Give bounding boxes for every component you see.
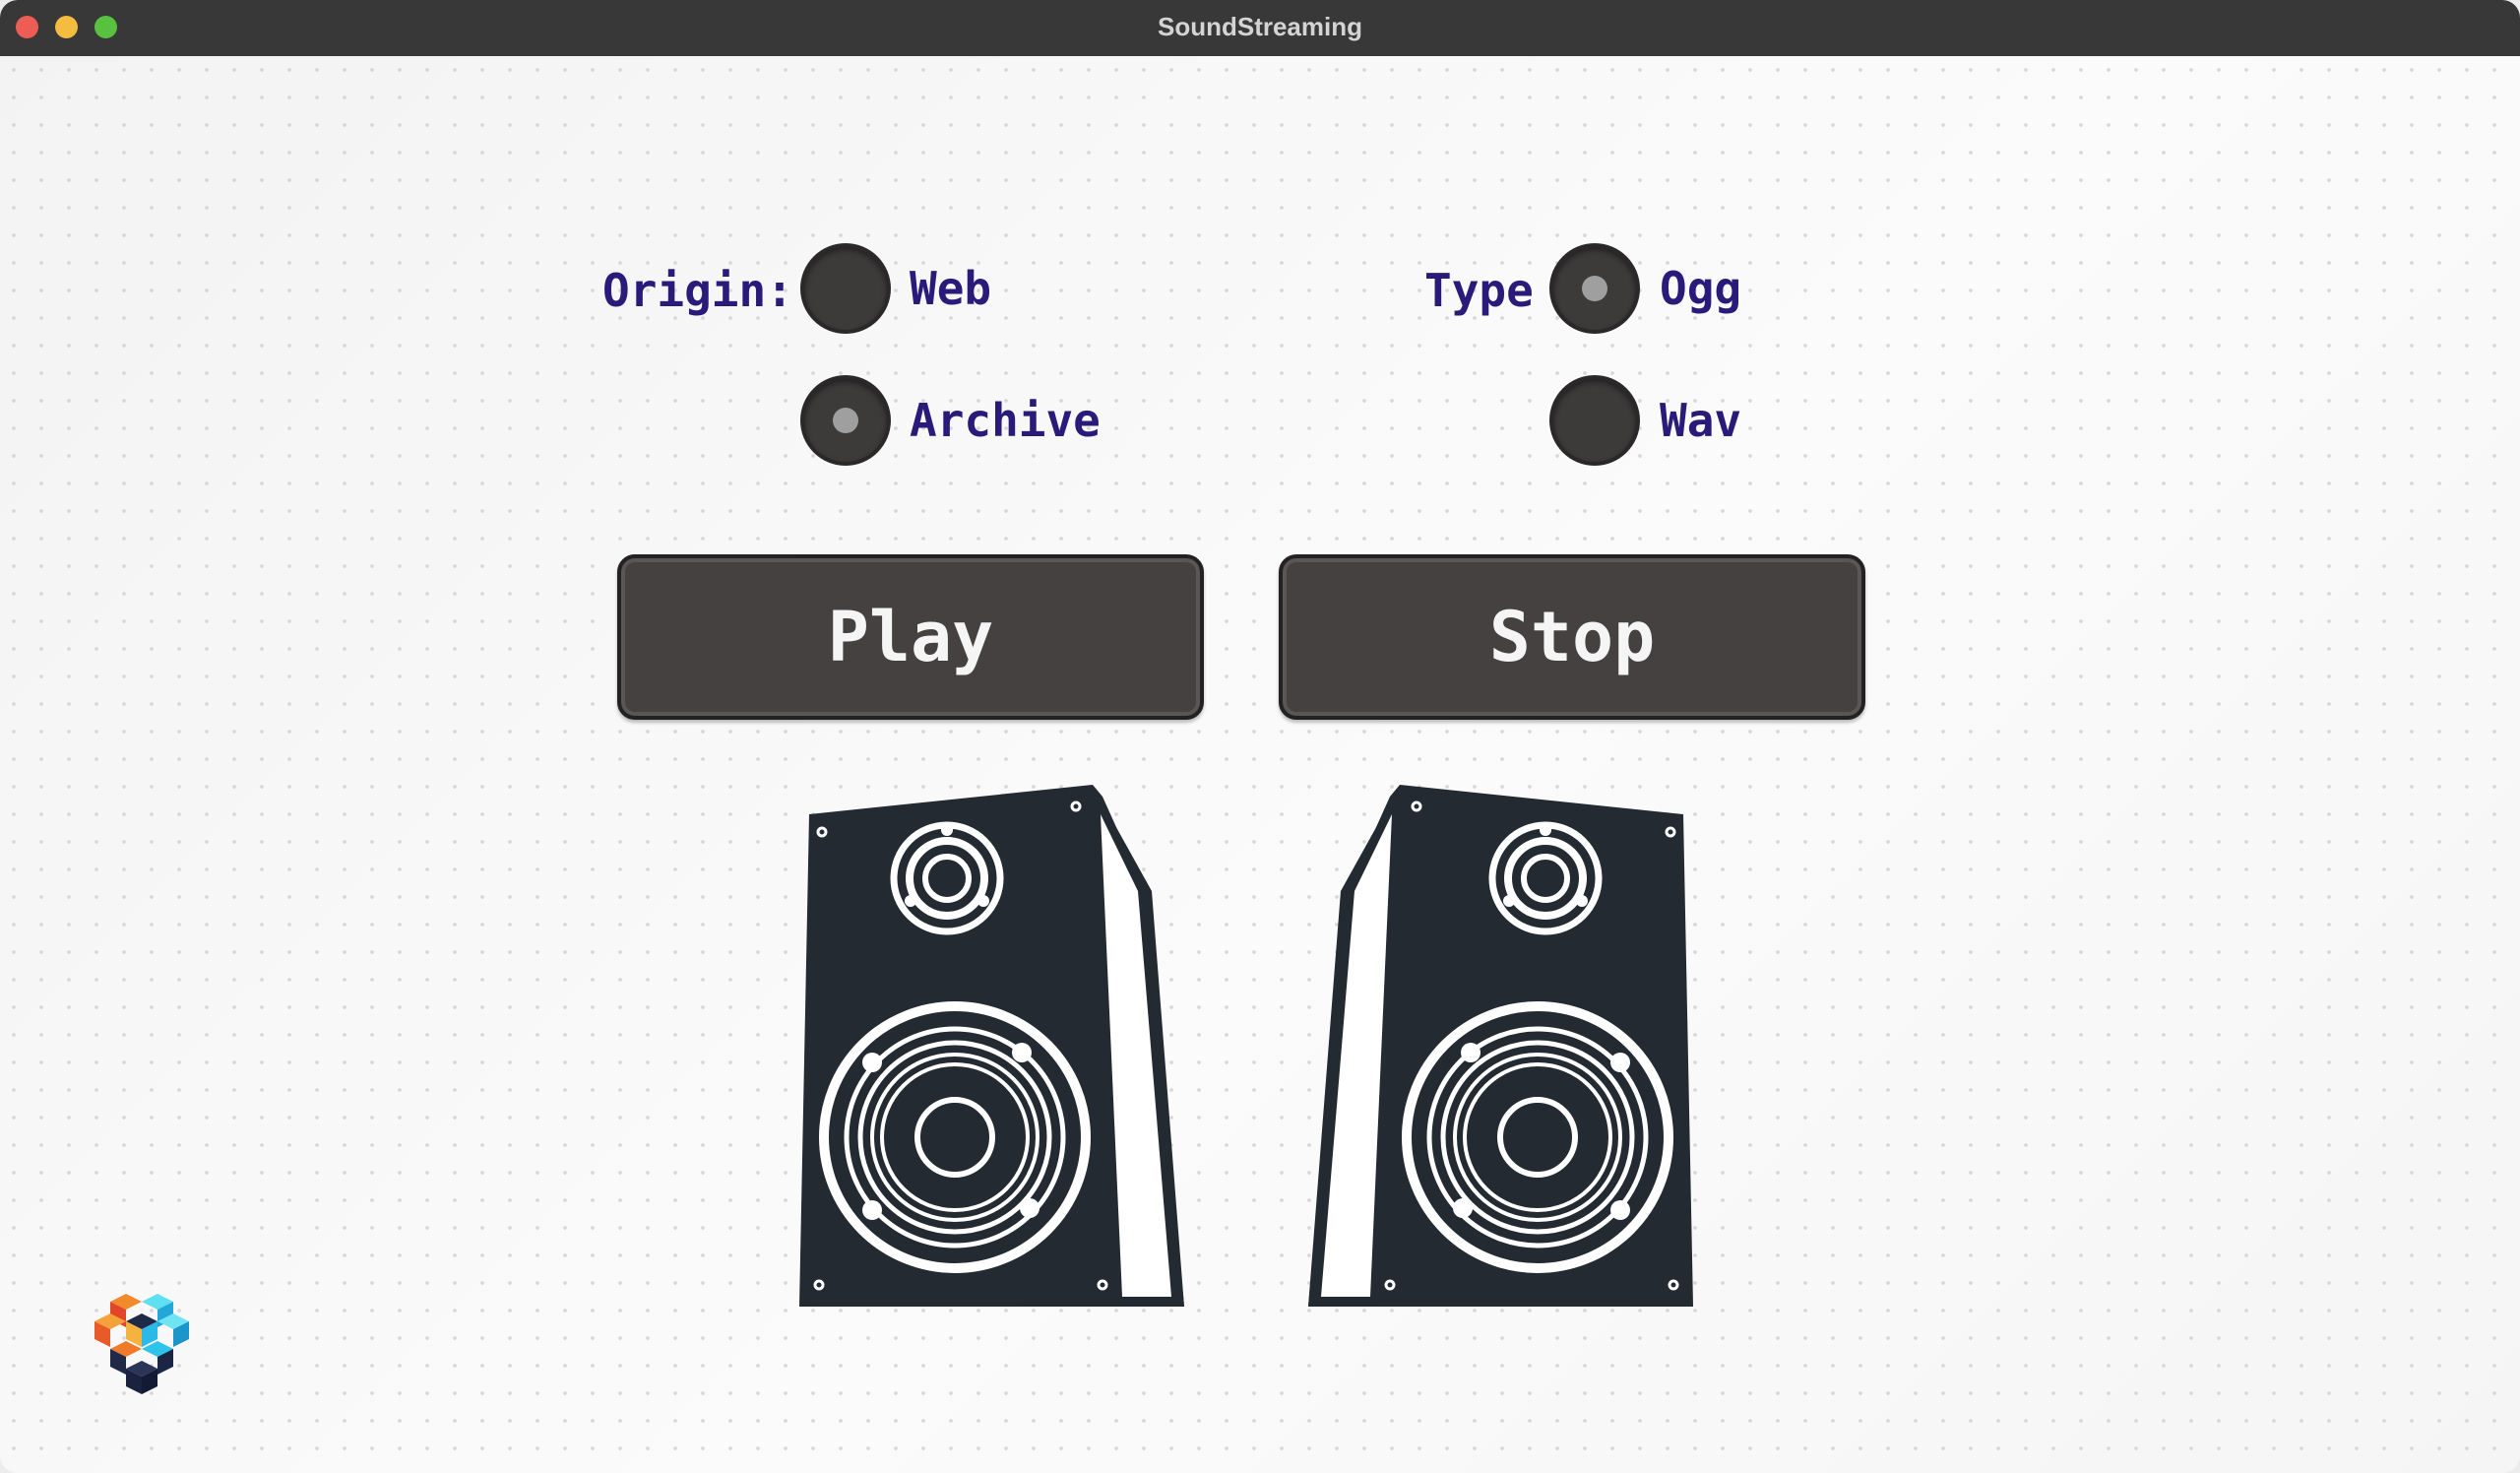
play-button[interactable]: Play (617, 554, 1204, 720)
origin-archive-label[interactable]: Archive (910, 398, 1101, 443)
origin-archive-radio[interactable] (804, 379, 887, 462)
type-ogg-radio[interactable] (1553, 247, 1636, 330)
stop-button[interactable]: Stop (1279, 554, 1865, 720)
type-label: Type (1424, 264, 1534, 317)
radio-selected-dot (833, 408, 858, 433)
radio-selected-dot (1582, 276, 1607, 301)
app-window: SoundStreaming Origin: Web Archive Type … (0, 0, 2520, 1473)
main-canvas: Origin: Web Archive Type Ogg Wav Play St… (0, 56, 2520, 1473)
type-wav-radio[interactable] (1553, 379, 1636, 462)
type-ogg-label[interactable]: Ogg (1660, 266, 1741, 311)
origin-web-label[interactable]: Web (910, 266, 991, 311)
left-speaker-icon (799, 785, 1184, 1307)
type-wav-label[interactable]: Wav (1660, 398, 1741, 443)
origin-label: Origin: (602, 264, 793, 317)
title-bar: SoundStreaming (0, 0, 2520, 57)
cube-logo-icon (94, 1294, 189, 1394)
origin-web-radio[interactable] (804, 247, 887, 330)
right-speaker-icon (1308, 785, 1693, 1307)
window-title: SoundStreaming (1157, 12, 1362, 41)
